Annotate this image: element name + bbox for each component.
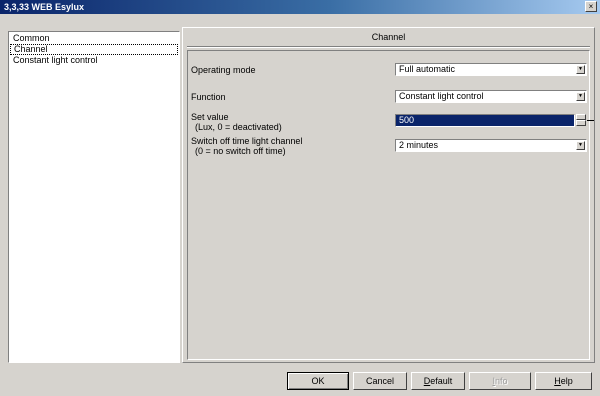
operating-mode-label: Operating mode (191, 65, 256, 75)
set-value-spinner[interactable] (576, 114, 586, 127)
param-label-text: Set value (191, 112, 229, 122)
switch-off-time-select[interactable]: 2 minutes ▼ (395, 139, 587, 152)
triangle-down-icon[interactable] (576, 120, 586, 126)
button-label: nfo (495, 376, 508, 386)
parameter-tree[interactable]: Common Channel Constant light control (8, 31, 180, 363)
default-button[interactable]: Default (411, 372, 465, 390)
switch-off-time-label: Switch off time light channel (0 = no sw… (191, 136, 302, 156)
ok-button[interactable]: OK (287, 372, 349, 390)
parameter-panel: Channel Operating mode Full automatic ▼ … (182, 27, 595, 363)
param-label-text: Function (191, 92, 226, 102)
sidebar-item-label: Common (13, 33, 50, 43)
close-button[interactable]: × (585, 1, 597, 12)
dialog-window: 3,3,33 WEB Esylux × Common Channel Const… (0, 0, 600, 396)
cancel-button[interactable]: Cancel (353, 372, 407, 390)
button-label: efault (430, 376, 453, 386)
panel-title: Channel (371, 32, 406, 42)
param-label-text: Switch off time light channel (191, 136, 303, 146)
sidebar-item-common[interactable]: Common (10, 33, 178, 44)
operating-mode-select[interactable]: Full automatic ▼ (395, 63, 587, 76)
title-bar[interactable]: 3,3,33 WEB Esylux × (0, 0, 600, 14)
button-label: elp (560, 376, 573, 386)
window-title: 3,3,33 WEB Esylux (4, 2, 85, 12)
input-value: 500 (399, 115, 415, 125)
chevron-down-icon[interactable]: ▼ (576, 141, 585, 150)
sidebar-item-label: Constant light control (13, 55, 98, 65)
callout-line (587, 120, 594, 121)
panel-divider (187, 46, 590, 48)
select-value: Full automatic (399, 64, 456, 74)
select-value: 2 minutes (399, 140, 439, 150)
set-value-label: Set value (Lux, 0 = deactivated) (191, 112, 282, 132)
function-select[interactable]: Constant light control ▼ (395, 90, 587, 103)
select-value: Constant light control (399, 91, 484, 101)
chevron-down-icon[interactable]: ▼ (576, 65, 585, 74)
chevron-down-icon[interactable]: ▼ (576, 92, 585, 101)
sidebar-item-channel[interactable]: Channel (10, 44, 178, 55)
button-label: Cancel (365, 376, 394, 386)
function-label: Function (191, 92, 226, 102)
info-button: Info (469, 372, 531, 390)
param-label-text: Operating mode (191, 65, 256, 75)
close-icon: × (588, 2, 594, 11)
param-sublabel-text: (0 = no switch off time) (195, 146, 286, 156)
button-label: OK (311, 376, 325, 386)
set-value-input[interactable]: 500 (395, 114, 575, 127)
sidebar-item-label: Channel (14, 44, 48, 54)
param-sublabel-text: (Lux, 0 = deactivated) (195, 122, 282, 132)
help-button[interactable]: Help (535, 372, 592, 390)
sidebar-item-constant-light-control[interactable]: Constant light control (10, 55, 178, 66)
